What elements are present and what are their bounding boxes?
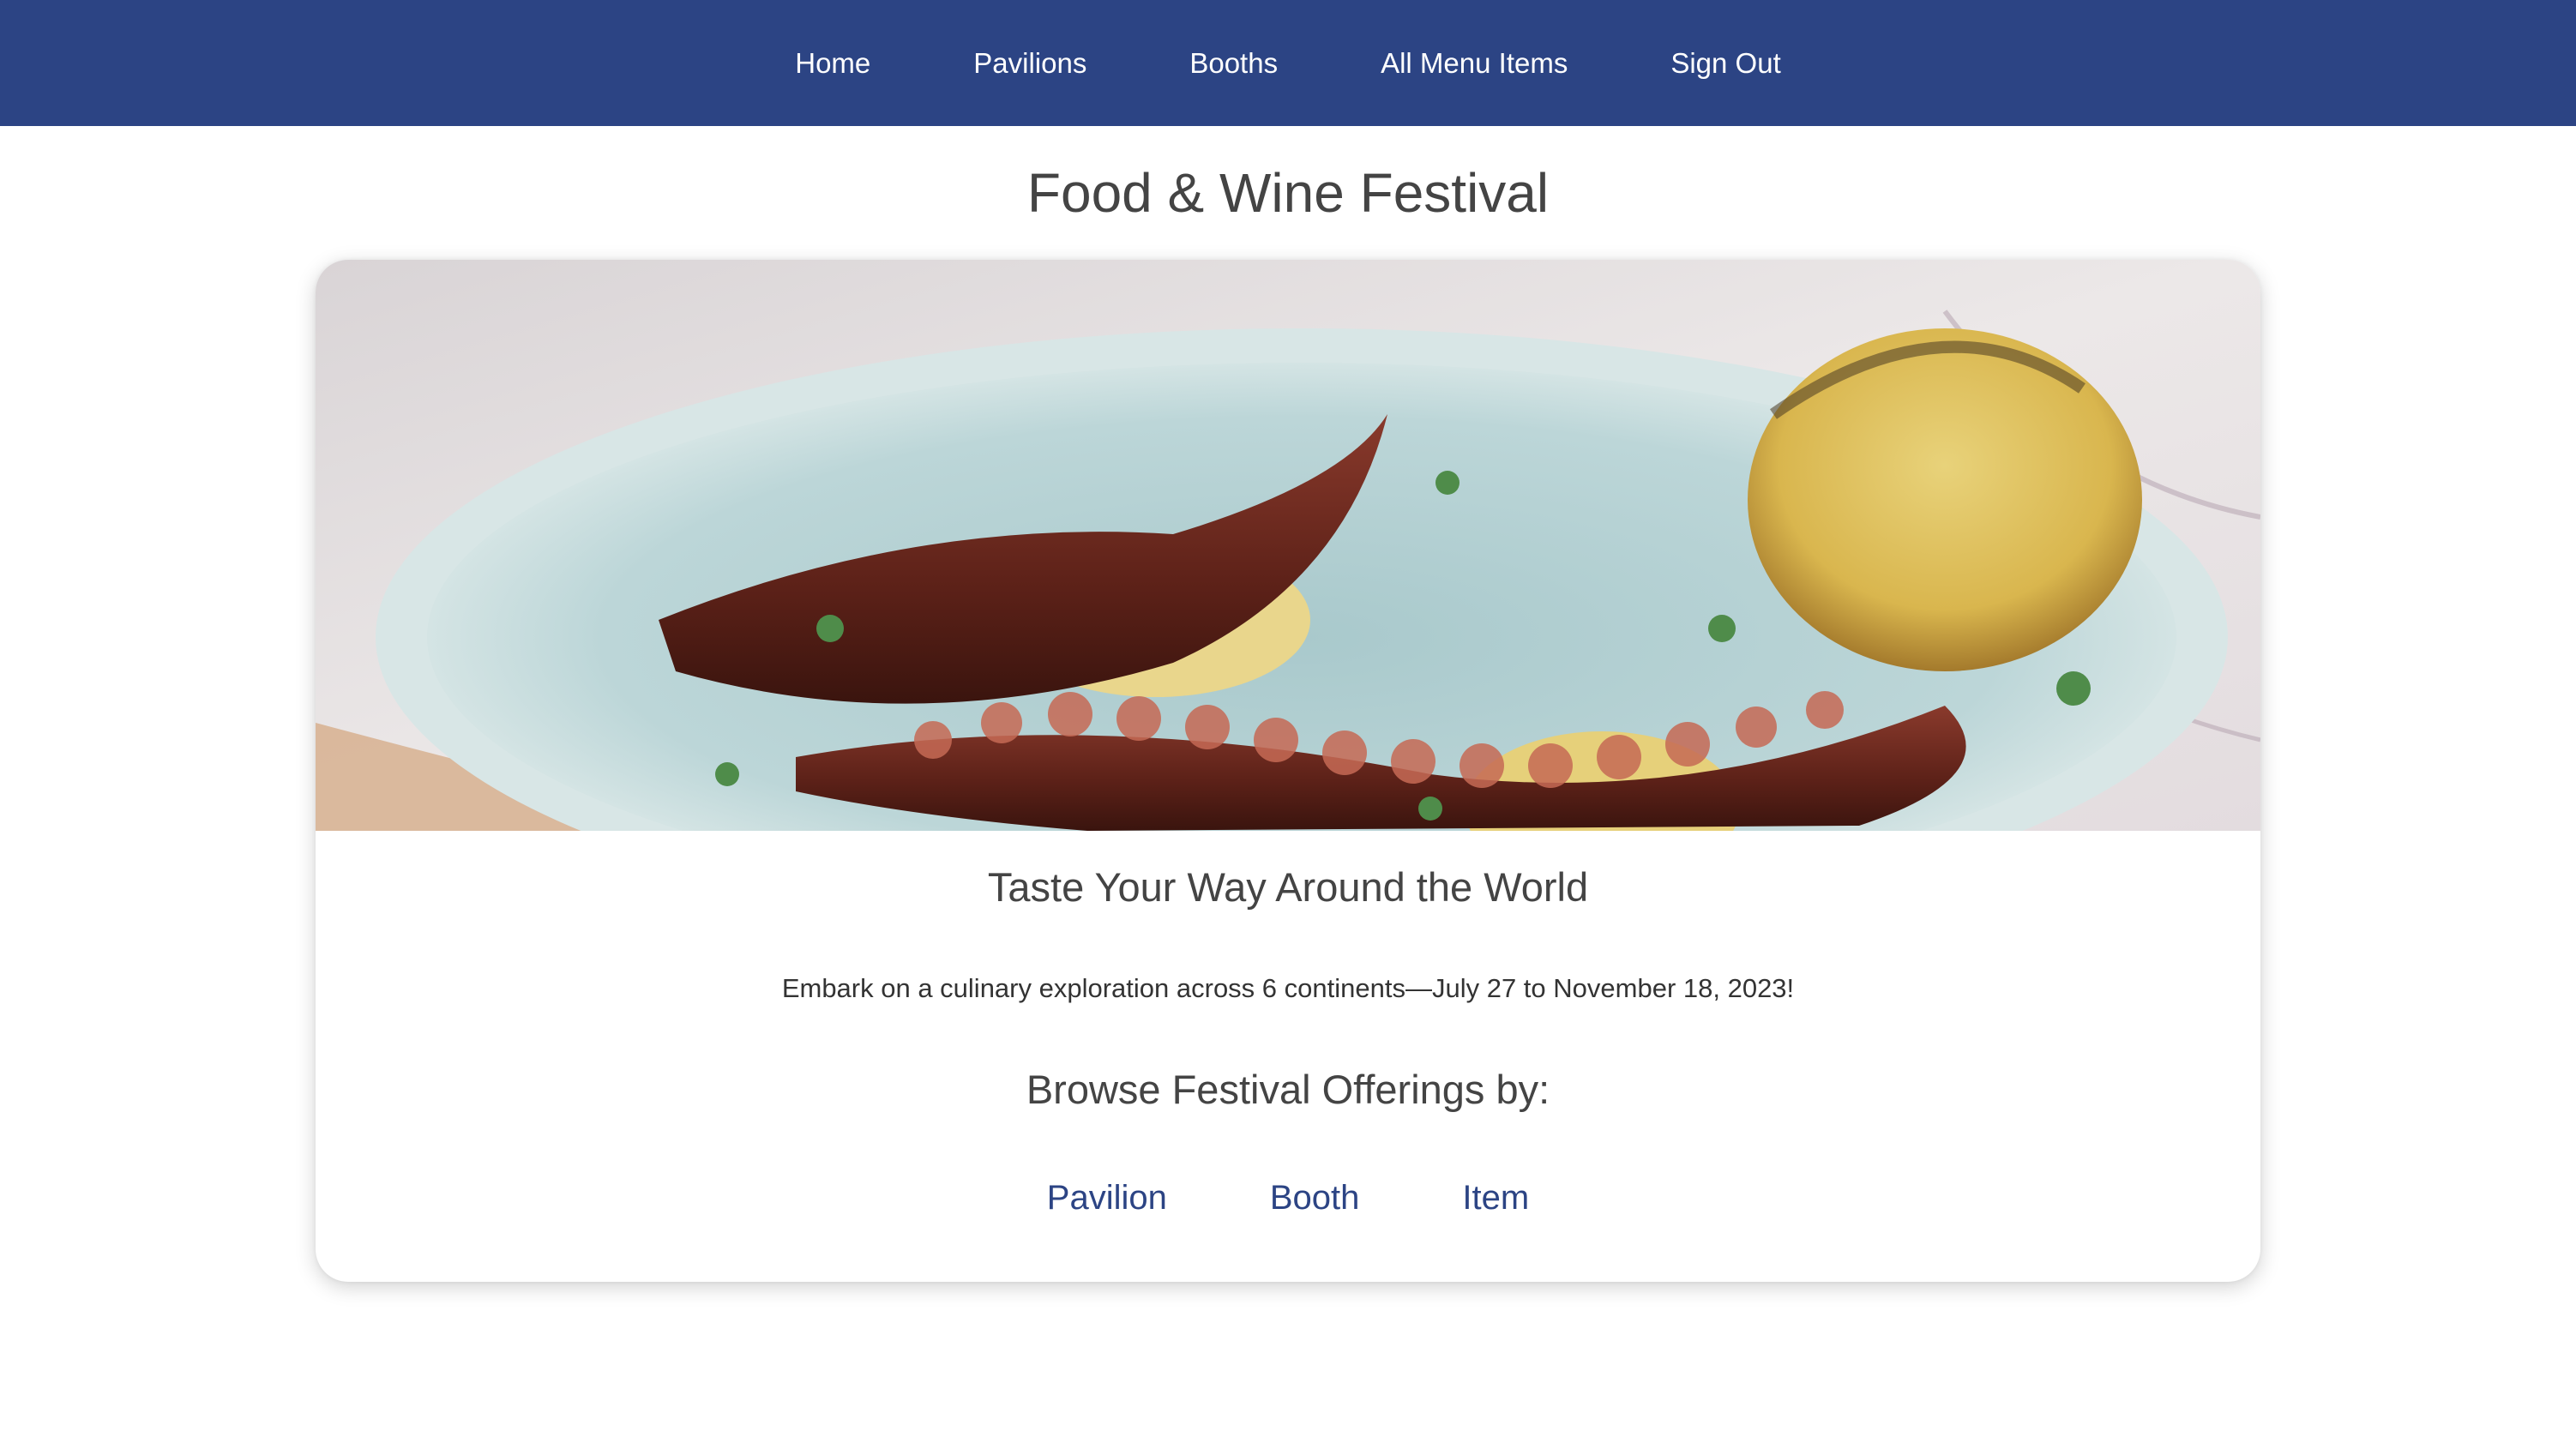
tagline: Taste Your Way Around the World (987, 864, 1589, 910)
page-title: Food & Wine Festival (1026, 162, 1550, 224)
nav-home-link[interactable]: Home (795, 47, 870, 80)
hero-image (316, 260, 2260, 831)
browse-links: Pavilion Booth Item (316, 1179, 2260, 1218)
nav-sign-out-link[interactable]: Sign Out (1670, 47, 1780, 80)
browse-item-link[interactable]: Item (1462, 1179, 1529, 1218)
browse-pavilion-link[interactable]: Pavilion (1047, 1179, 1167, 1218)
browse-booth-link[interactable]: Booth (1270, 1179, 1360, 1218)
nav-pavilions-link[interactable]: Pavilions (973, 47, 1086, 80)
intro-text: Embark on a culinary exploration across … (781, 973, 1795, 1003)
festival-card: Taste Your Way Around the World Embark o… (316, 260, 2260, 1282)
nav-booths-link[interactable]: Booths (1189, 47, 1278, 80)
browse-heading: Browse Festival Offerings by: (1026, 1067, 1550, 1112)
top-navigation: Home Pavilions Booths All Menu Items Sig… (0, 0, 2576, 126)
nav-all-menu-items-link[interactable]: All Menu Items (1381, 47, 1568, 80)
